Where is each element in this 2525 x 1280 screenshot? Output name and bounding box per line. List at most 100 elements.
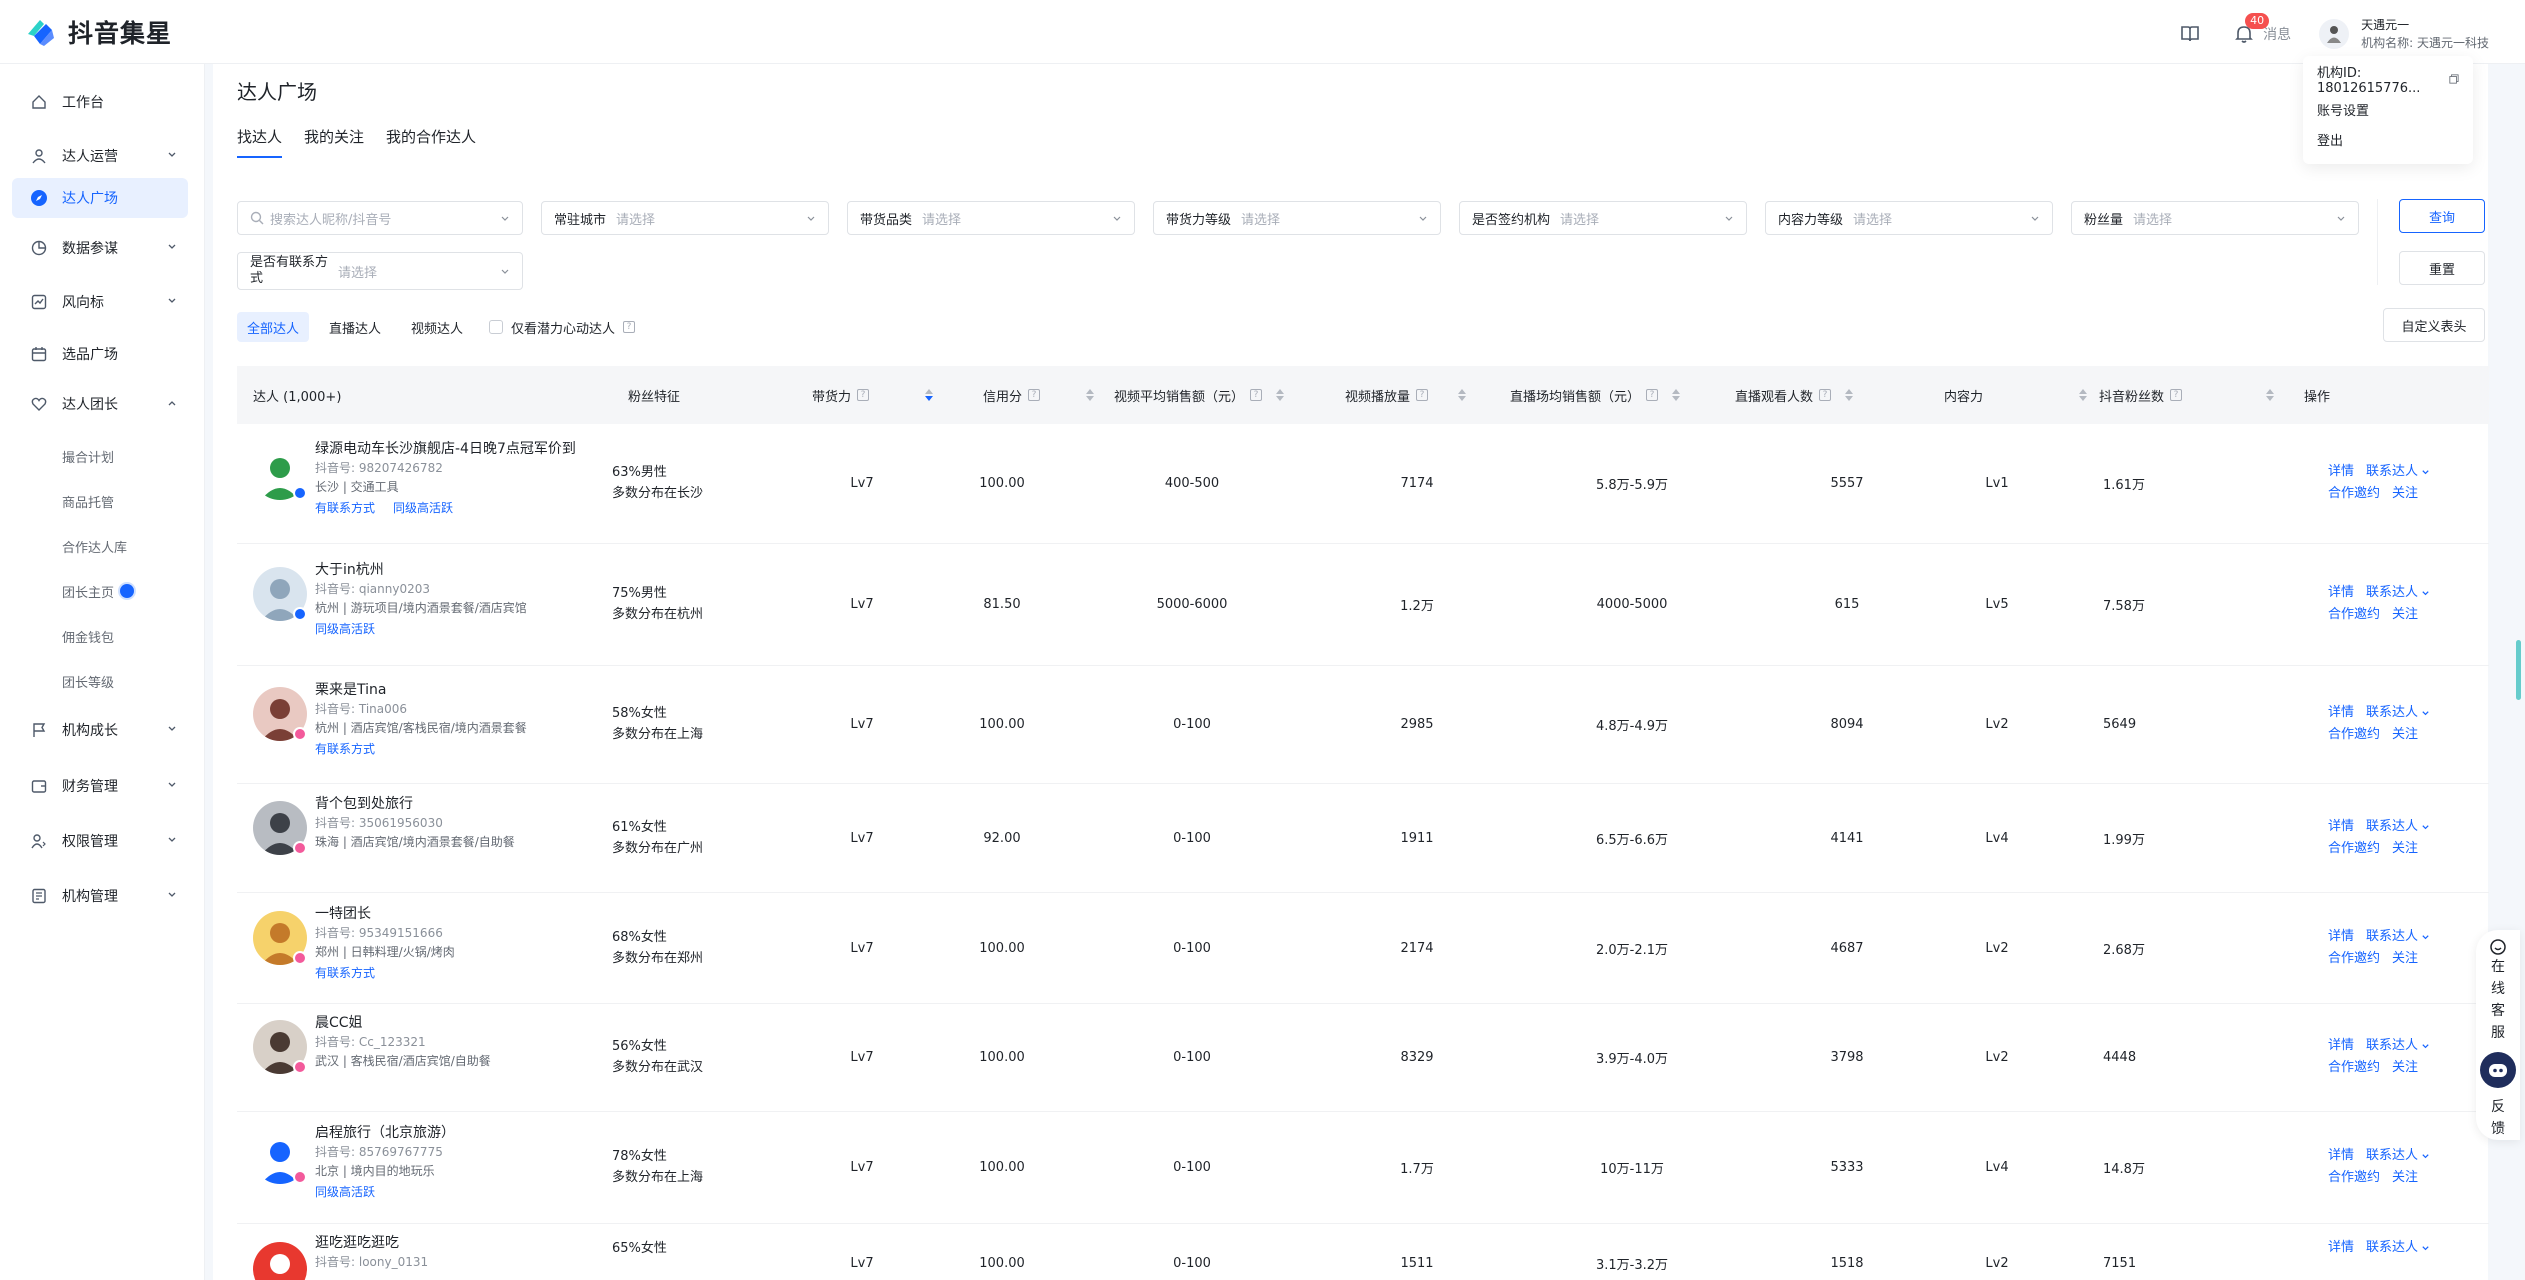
talent-name[interactable]: 栗来是Tina xyxy=(315,681,527,700)
sidebar-item-talent-square[interactable]: 达人广场 xyxy=(12,178,188,218)
th-dy-fans[interactable]: 抖音粉丝数? xyxy=(2099,366,2275,424)
search-input[interactable]: 搜索达人昵称/抖音号 xyxy=(237,201,523,235)
th-credit[interactable]: 信用分? xyxy=(983,366,1095,424)
messages-button[interactable]: 40 消息 xyxy=(2231,13,2291,47)
th-live-viewers[interactable]: 直播观看人数? xyxy=(1735,366,1854,424)
account-settings-item[interactable]: 账号设置 xyxy=(2317,94,2459,124)
city-select[interactable]: 常驻城市 请选择 xyxy=(541,201,829,235)
detail-link[interactable]: 详情 xyxy=(2328,927,2354,947)
bot-icon[interactable] xyxy=(2480,1052,2516,1088)
th-live-sales[interactable]: 直播场均销售额（元）? xyxy=(1510,366,1681,424)
sidebar-item-org-growth[interactable]: 机构成长 xyxy=(12,710,188,750)
follow-link[interactable]: 关注 xyxy=(2392,1168,2418,1188)
avatar[interactable] xyxy=(253,1242,307,1280)
detail-link[interactable]: 详情 xyxy=(2328,1036,2354,1056)
contact-talent-dropdown[interactable]: 联系达人 xyxy=(2366,1238,2430,1258)
reset-button[interactable]: 重置 xyxy=(2399,251,2485,285)
th-video-plays[interactable]: 视频播放量? xyxy=(1345,366,1467,424)
potential-filter[interactable]: 仅看潜力心动达人 ? xyxy=(489,318,636,337)
sub-item-partner-library[interactable]: 合作达人库 xyxy=(62,530,127,562)
sort-icon[interactable] xyxy=(1845,389,1854,401)
tab-my-partners[interactable]: 我的合作达人 xyxy=(386,126,476,156)
sort-icon[interactable] xyxy=(1672,389,1681,401)
type-video[interactable]: 视频达人 xyxy=(401,312,473,342)
contact-select[interactable]: 是否有联系方 式 请选择 xyxy=(237,252,523,290)
invite-link[interactable]: 合作邀约 xyxy=(2328,484,2380,504)
talent-name[interactable]: 启程旅行（北京旅游） xyxy=(315,1124,455,1143)
sidebar-item-permissions[interactable]: 权限管理 xyxy=(12,821,188,861)
contact-talent-dropdown[interactable]: 联系达人 xyxy=(2366,1146,2430,1166)
help-icon[interactable]: ? xyxy=(1819,389,1832,401)
docs-icon[interactable] xyxy=(2177,21,2203,47)
query-button[interactable]: 查询 xyxy=(2399,199,2485,233)
sort-icon[interactable] xyxy=(1458,389,1467,401)
talent-name[interactable]: 一特团长 xyxy=(315,905,455,924)
contact-talent-dropdown[interactable]: 联系达人 xyxy=(2366,703,2430,723)
contact-talent-dropdown[interactable]: 联系达人 xyxy=(2366,927,2430,947)
invite-link[interactable]: 合作邀约 xyxy=(2328,725,2380,745)
talent-name[interactable]: 大于in杭州 xyxy=(315,561,527,580)
sidebar-item-data-advisor[interactable]: 数据参谋 xyxy=(12,228,188,268)
talent-name[interactable]: 绿源电动车长沙旗舰店-4日晚7点冠军价到 xyxy=(315,440,576,459)
potential-checkbox[interactable] xyxy=(489,320,504,334)
content-level-select[interactable]: 内容力等级 请选择 xyxy=(1765,201,2053,235)
invite-link[interactable]: 合作邀约 xyxy=(2328,1058,2380,1078)
follow-link[interactable]: 关注 xyxy=(2392,605,2418,625)
help-icon[interactable]: ? xyxy=(857,389,870,401)
signed-org-select[interactable]: 是否签约机构 请选择 xyxy=(1459,201,1747,235)
sort-icon[interactable] xyxy=(1086,389,1095,401)
sort-icon[interactable] xyxy=(1276,389,1285,401)
th-video-sales[interactable]: 视频平均销售额（元）? xyxy=(1114,366,1285,424)
sidebar-item-team-leader[interactable]: 达人团长 xyxy=(12,384,188,424)
sidebar-item-talent-ops[interactable]: 达人运营 xyxy=(12,136,188,176)
contact-talent-dropdown[interactable]: 联系达人 xyxy=(2366,583,2430,603)
sales-level-select[interactable]: 带货力等级 请选择 xyxy=(1153,201,1441,235)
detail-link[interactable]: 详情 xyxy=(2328,462,2354,482)
invite-link[interactable]: 合作邀约 xyxy=(2328,605,2380,625)
tab-find-talent[interactable]: 找达人 xyxy=(237,126,283,158)
fans-count-select[interactable]: 粉丝量 请选择 xyxy=(2071,201,2359,235)
scrollbar[interactable] xyxy=(2516,640,2521,700)
user-profile[interactable]: 天遇元一 机构名称: 天遇元一科技 xyxy=(2319,16,2489,52)
follow-link[interactable]: 关注 xyxy=(2392,1058,2418,1078)
category-select[interactable]: 带货品类 请选择 xyxy=(847,201,1135,235)
sidebar-item-trend[interactable]: 风向标 xyxy=(12,282,188,322)
talent-name[interactable]: 晨CC姐 xyxy=(315,1014,491,1033)
sub-item-commission-wallet[interactable]: 佣金钱包 xyxy=(62,620,114,652)
help-icon[interactable]: ? xyxy=(623,321,636,333)
follow-link[interactable]: 关注 xyxy=(2392,484,2418,504)
sidebar-item-workbench[interactable]: 工作台 xyxy=(12,82,188,122)
invite-link[interactable]: 合作邀约 xyxy=(2328,949,2380,969)
type-live[interactable]: 直播达人 xyxy=(319,312,391,342)
help-icon[interactable]: ? xyxy=(1646,389,1659,401)
detail-link[interactable]: 详情 xyxy=(2328,1146,2354,1166)
detail-link[interactable]: 详情 xyxy=(2328,703,2354,723)
sidebar-item-org-management[interactable]: 机构管理 xyxy=(12,876,188,916)
sub-item-leader-level[interactable]: 团长等级 xyxy=(62,665,114,697)
follow-link[interactable]: 关注 xyxy=(2392,725,2418,745)
invite-link[interactable]: 合作邀约 xyxy=(2328,1168,2380,1188)
sub-item-matching-plan[interactable]: 撮合计划 xyxy=(62,440,114,472)
th-content-power[interactable]: 内容力 xyxy=(1944,366,2088,424)
follow-link[interactable]: 关注 xyxy=(2392,839,2418,859)
talent-name[interactable]: 背个包到处旅行 xyxy=(315,795,515,814)
sidebar-item-product-square[interactable]: 选品广场 xyxy=(12,334,188,374)
logo[interactable]: 抖音集星 xyxy=(22,14,172,50)
logout-item[interactable]: 登出 xyxy=(2317,124,2459,154)
tab-my-follows[interactable]: 我的关注 xyxy=(304,126,364,156)
help-icon[interactable]: ? xyxy=(1028,389,1041,401)
contact-talent-dropdown[interactable]: 联系达人 xyxy=(2366,817,2430,837)
custom-header-button[interactable]: 自定义表头 xyxy=(2383,308,2485,342)
help-icon[interactable]: ? xyxy=(1250,389,1263,401)
sub-item-product-hosting[interactable]: 商品托管 xyxy=(62,485,114,517)
detail-link[interactable]: 详情 xyxy=(2328,1238,2354,1258)
sort-icon[interactable] xyxy=(2266,389,2275,401)
contact-talent-dropdown[interactable]: 联系达人 xyxy=(2366,462,2430,482)
follow-link[interactable]: 关注 xyxy=(2392,949,2418,969)
sidebar-item-finance[interactable]: 财务管理 xyxy=(12,766,188,806)
help-icon[interactable]: ? xyxy=(2170,389,2183,401)
floating-service-panel[interactable]: 在 线 客 服 反 馈 xyxy=(2476,930,2520,1140)
talent-name[interactable]: 逛吃逛吃逛吃 xyxy=(315,1234,428,1253)
detail-link[interactable]: 详情 xyxy=(2328,583,2354,603)
th-sales-power[interactable]: 带货力? xyxy=(812,366,934,424)
